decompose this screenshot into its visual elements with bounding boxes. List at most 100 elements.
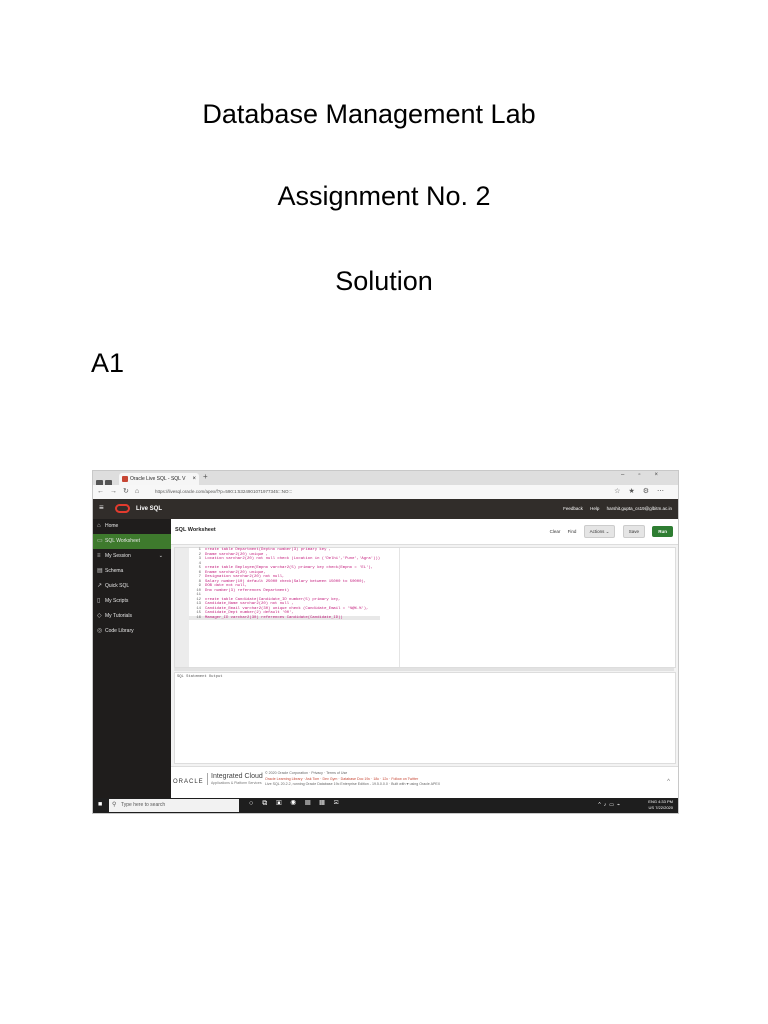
tab-title: Oracle Live SQL - SQL V — [130, 476, 186, 482]
actions-button[interactable]: Actions ⌄ — [583, 525, 616, 538]
sidebar-item-code-library[interactable]: ◎ Code Library — [93, 624, 171, 639]
worksheet-header: SQL Worksheet Clear Find Actions ⌄ Save … — [171, 519, 678, 545]
footer-links: © 2020 Oracle Corporation · Privacy · Te… — [265, 771, 440, 788]
oracle-favicon-icon — [122, 476, 128, 482]
nav-buttons[interactable]: ←→↻⌂ — [97, 487, 145, 495]
code-text: Dname varchar2(20) unique , — [205, 552, 269, 557]
sidebar-item-my-tutorials[interactable]: ◇ My Tutorials — [93, 609, 171, 624]
search-icon: ⚲ — [112, 802, 117, 808]
pane-splitter[interactable] — [174, 668, 674, 671]
code-text: Dno number(3) references Department) — [205, 588, 290, 593]
chevron-down-icon[interactable]: ⌄ — [159, 549, 163, 564]
address-bar: ←→↻⌂ https://livesql.oracle.com/apex/f?p… — [93, 485, 678, 500]
embedded-screenshot: Oracle Live SQL - SQL V × + –▫× ←→↻⌂ htt… — [92, 470, 679, 814]
oracle-logo-icon — [115, 504, 130, 513]
code-column: 1 create table Department(Deptno number(3… — [189, 548, 400, 667]
worksheet-title: SQL Worksheet — [175, 527, 216, 533]
code-text: Salary number(10) default 25000 check(Sa… — [205, 579, 367, 584]
integrated-cloud-logo: Integrated Cloud Applications & Platform… — [207, 773, 263, 785]
user-menu[interactable]: harshit.gupta_cs19@glbitm.ac.in — [607, 506, 672, 511]
sidebar-item-label: Code Library — [105, 628, 134, 634]
code-line[interactable]: 16 Manager_ID varchar2(30) references Can… — [189, 615, 381, 620]
sidebar-item-label: My Scripts — [105, 598, 129, 604]
code-lines[interactable]: 1 create table Department(Deptno number(3… — [189, 548, 381, 620]
save-button[interactable]: Save — [622, 525, 645, 538]
windows-start-icon[interactable]: ■ — [98, 801, 102, 808]
windows-taskbar: ■ ⚲ Type here to search ○⧉▣◉▤▦✉ ^♪▭⌁ ENG… — [93, 798, 678, 813]
document-title: Database Management Lab — [202, 99, 536, 129]
sidebar-item-icon: ⌂ — [97, 523, 101, 529]
app-title: Live SQL — [136, 506, 163, 512]
search-placeholder: Type here to search — [121, 802, 166, 808]
sidebar-item-my-scripts[interactable]: ▯ My Scripts — [93, 594, 171, 609]
code-text: Candidate_Dept number(2) default '00', — [205, 611, 294, 615]
menu-icon[interactable]: ≡ — [99, 503, 104, 512]
find-button[interactable]: Find — [568, 526, 577, 537]
sidebar-item-label: Quick SQL — [105, 583, 130, 589]
code-text: create table Candidate(Candidate_ID numb… — [205, 597, 341, 602]
run-button[interactable]: Run — [652, 526, 673, 537]
window-controls[interactable]: –▫× — [621, 472, 672, 478]
clock-date: 7/22/2020 — [655, 805, 673, 810]
tray-clock[interactable]: ENG 4:33 PM US 7/22/2020 — [648, 799, 673, 811]
taskbar-apps[interactable]: ○⧉▣◉▤▦✉ — [249, 800, 348, 808]
url-field[interactable]: https://livesql.oracle.com/apex/f?p=590:… — [155, 487, 585, 497]
main-area: SQL Worksheet Clear Find Actions ⌄ Save … — [171, 519, 678, 799]
code-line[interactable]: 3 Location varchar2(20) not null check (L… — [189, 557, 380, 562]
sidebar-item-my-session[interactable]: ≡ My Session ⌄ — [93, 549, 171, 564]
cloud-title: Integrated Cloud — [211, 773, 263, 780]
code-text: Candidate_Name varchar2(20) not null , — [205, 602, 294, 606]
app-footer: ORACLE Integrated Cloud Applications & P… — [171, 766, 678, 799]
cloud-subtitle: Applications & Platform Services — [211, 781, 262, 785]
browser-tab-bar: Oracle Live SQL - SQL V × + –▫× — [93, 471, 678, 487]
header-actions: Feedback Help harshit.gupta_cs19@glbitm.… — [557, 504, 672, 514]
output-label: SQL Statement Output — [177, 675, 223, 679]
sidebar-item-quick-sql[interactable]: ↗ Quick SQL — [93, 579, 171, 594]
code-text: Location varchar2(20) not null check (Lo… — [205, 557, 381, 561]
clear-button[interactable]: Clear — [550, 526, 561, 537]
sidebar: ⌂ Home ▭ SQL Worksheet ≡ My Session ⌄ ▤ Schema ↗ Q… — [93, 519, 171, 798]
sidebar-item-schema[interactable]: ▤ Schema — [93, 564, 171, 579]
code-text: DOB date not null, — [205, 584, 248, 588]
sidebar-item-label: SQL Worksheet — [105, 538, 141, 544]
sidebar-item-icon: ▯ — [97, 598, 101, 604]
lang-indicator: ENG — [648, 799, 657, 804]
scroll-top-icon[interactable]: ^ — [667, 779, 670, 785]
sidebar-item-icon: ▭ — [97, 538, 103, 544]
oracle-wordmark: ORACLE — [173, 779, 204, 785]
output-pane: SQL Statement Output — [174, 672, 676, 764]
browser-tab[interactable]: Oracle Live SQL - SQL V × — [119, 473, 199, 485]
editor-gutter — [175, 548, 189, 667]
solution-heading: Solution — [335, 266, 433, 296]
footer-line-3: Live SQL 20.2.2, running Oracle Database… — [265, 782, 441, 786]
code-text: Designation varchar2(20) not null, — [205, 575, 285, 579]
sidebar-item-label: My Tutorials — [105, 613, 132, 619]
assignment-heading: Assignment No. 2 — [277, 181, 491, 211]
code-text: Candidate_Email varchar2(30) unique chec… — [205, 606, 369, 611]
sidebar-item-icon: ▤ — [97, 568, 103, 574]
app-header: ≡ Live SQL Feedback Help harshit.gupta_c… — [93, 499, 678, 519]
sidebar-item-home[interactable]: ⌂ Home — [93, 519, 171, 534]
new-tab-icon[interactable]: + — [203, 472, 208, 481]
sidebar-item-icon: ≡ — [97, 553, 101, 559]
code-text: create table Department(Deptno number(3)… — [205, 548, 332, 552]
line-number: 16 — [196, 615, 201, 620]
sidebar-item-label: Schema — [105, 568, 124, 574]
sidebar-item-icon: ◎ — [97, 628, 103, 634]
tab-actions[interactable] — [96, 474, 116, 487]
tab-close-icon[interactable]: × — [192, 473, 196, 485]
section-label: A1 — [91, 348, 125, 378]
feedback-link[interactable]: Feedback — [563, 506, 583, 511]
browser-toolbar-icons[interactable]: ☆★⚙⋯ — [614, 487, 672, 495]
code-text: Manager_ID varchar2(30) references Candi… — [205, 615, 343, 620]
code-editor[interactable]: 1 create table Department(Deptno number(3… — [174, 547, 676, 668]
sidebar-item-label: My Session — [105, 553, 131, 559]
sidebar-item-label: Home — [105, 523, 119, 529]
taskbar-search[interactable]: ⚲ Type here to search — [109, 799, 239, 812]
tray-icons[interactable]: ^♪▭⌁ — [598, 802, 623, 808]
sidebar-item-icon: ◇ — [97, 613, 102, 619]
help-link[interactable]: Help — [590, 506, 599, 511]
region-indicator: US — [648, 805, 655, 810]
sidebar-item-sql-worksheet[interactable]: ▭ SQL Worksheet — [93, 534, 171, 549]
worksheet-toolbar: Clear Find Actions ⌄ Save Run — [544, 525, 673, 538]
